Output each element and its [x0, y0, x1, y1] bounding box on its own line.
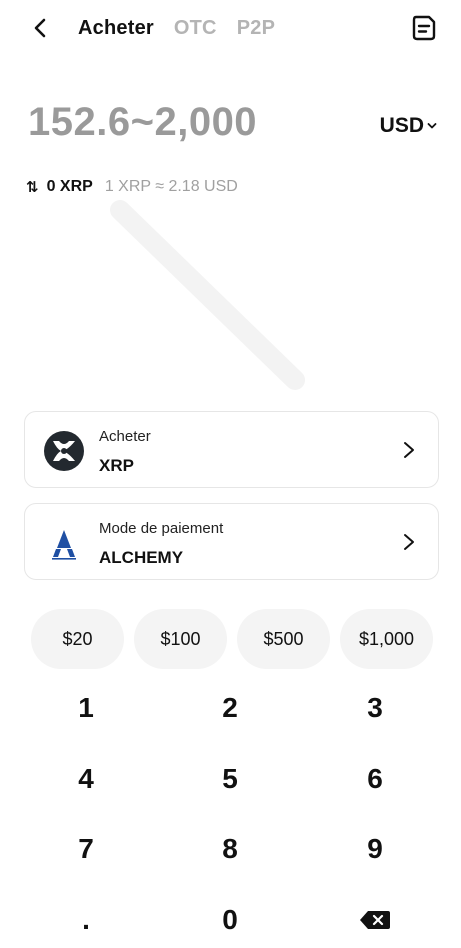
backspace-icon	[360, 911, 390, 929]
payment-method-label: Mode de paiement	[99, 520, 224, 537]
exchange-rate: 1 XRP ≈ 2.18 USD	[104, 178, 238, 195]
key-0[interactable]: 0	[180, 887, 280, 948]
buy-label: Acheter	[99, 428, 151, 445]
preset-1000-button[interactable]: $1,000	[340, 609, 433, 669]
buy-asset-value: XRP	[99, 456, 134, 475]
chevron-left-icon	[34, 18, 46, 38]
currency-selector[interactable]: USD	[380, 114, 437, 138]
chevron-right-icon	[404, 442, 414, 458]
swap-icon[interactable]: ⇅	[26, 178, 39, 196]
crypto-quantity: 0 XRP	[46, 178, 93, 195]
key-7[interactable]: 7	[36, 816, 136, 882]
conversion-row: ⇅ 0 XRP 1 XRP ≈ 2.18 USD	[26, 178, 238, 196]
amount-range[interactable]: 152.6~2,000	[28, 100, 257, 145]
top-bar: Acheter OTC P2P	[0, 0, 461, 58]
tab-acheter[interactable]: Acheter	[78, 17, 154, 40]
key-5[interactable]: 5	[180, 746, 280, 812]
buy-asset-card[interactable]: Acheter XRP	[24, 411, 439, 488]
key-2[interactable]: 2	[180, 675, 280, 741]
key-3[interactable]: 3	[325, 675, 425, 741]
chevron-right-icon	[404, 534, 414, 550]
payment-method-card[interactable]: Mode de paiement ALCHEMY	[24, 503, 439, 580]
key-decimal[interactable]: .	[36, 887, 136, 948]
back-button[interactable]	[28, 14, 52, 42]
preset-20-button[interactable]: $20	[31, 609, 124, 669]
key-6[interactable]: 6	[325, 746, 425, 812]
key-4[interactable]: 4	[36, 746, 136, 812]
key-9[interactable]: 9	[325, 816, 425, 882]
preset-100-button[interactable]: $100	[134, 609, 227, 669]
trade-tabs: Acheter OTC P2P	[78, 17, 275, 40]
tab-otc[interactable]: OTC	[174, 17, 217, 40]
watermark-logo	[110, 200, 305, 390]
amount-input-row: 152.6~2,000 USD	[28, 96, 437, 156]
orders-button[interactable]	[411, 14, 437, 42]
chevron-down-icon	[427, 123, 437, 129]
currency-label: USD	[379, 114, 424, 137]
amount-presets: $20 $100 $500 $1,000	[31, 609, 433, 669]
tab-p2p[interactable]: P2P	[237, 17, 275, 40]
key-8[interactable]: 8	[180, 816, 280, 882]
alchemy-pay-logo-icon	[52, 530, 76, 560]
order-list-icon	[412, 15, 436, 41]
preset-500-button[interactable]: $500	[237, 609, 330, 669]
payment-method-value: ALCHEMY	[99, 548, 184, 567]
key-1[interactable]: 1	[36, 675, 136, 741]
xrp-logo-icon	[44, 431, 84, 471]
backspace-button[interactable]	[325, 887, 425, 948]
